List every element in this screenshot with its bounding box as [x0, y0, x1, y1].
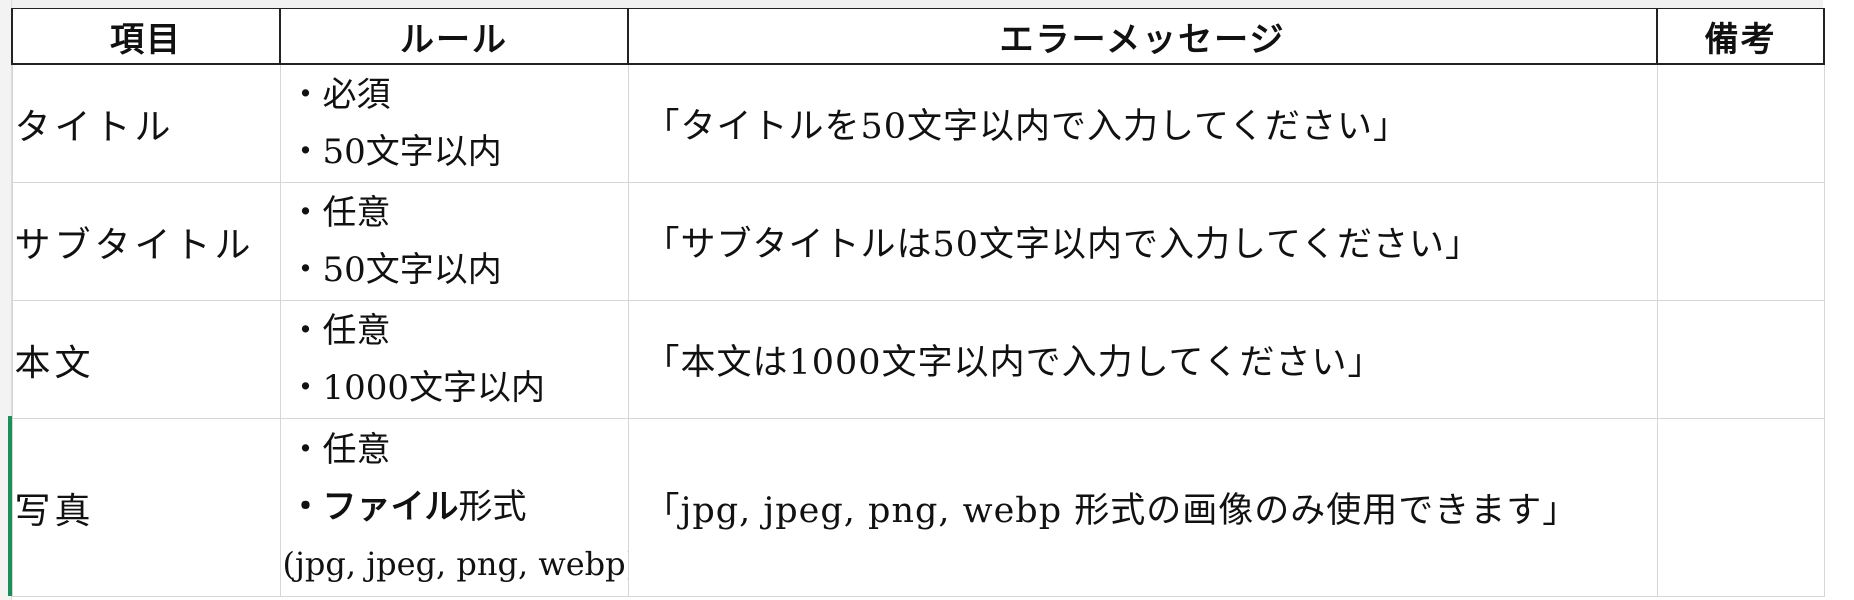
cell-error-message[interactable]: 「タイトルを50文字以内で入力してください」 [627, 63, 1658, 183]
rule-line: ・必須 [288, 74, 391, 115]
rule-file-types: (jpg, jpeg, png, webp) [282, 545, 628, 583]
rule-file-rest: 形式 [458, 487, 527, 527]
validation-rules-table: 項目 ルール エラーメッセージ 備考 タイトル ・必須 ・50文字以内 「タイト… [11, 8, 1825, 597]
cell-note[interactable] [1656, 63, 1825, 183]
rule-line: ・1000文字以内 [288, 367, 546, 408]
rule-line: ・任意 [288, 192, 391, 233]
cell-item[interactable]: タイトル [11, 63, 281, 183]
cell-item[interactable]: 本文 [11, 300, 281, 419]
rule-file-bold: ・ファイル [288, 487, 459, 527]
cell-note[interactable] [1656, 182, 1825, 301]
cell-rule[interactable]: ・任意 ・ファイル形式 (jpg, jpeg, png, webp) [279, 418, 629, 597]
cell-note[interactable] [1656, 300, 1825, 419]
rule-line-file-format: ・ファイル形式 [289, 479, 628, 536]
cell-item[interactable]: 写真 [11, 418, 281, 597]
rule-line: ・50文字以内 [288, 249, 502, 290]
cell-error-message[interactable]: 「サブタイトルは50文字以内で入力してください」 [627, 182, 1658, 301]
cell-item[interactable]: サブタイトル [11, 182, 281, 301]
sheet-margin [1823, 0, 1854, 600]
table-row: サブタイトル ・任意 ・50文字以内 「サブタイトルは50文字以内で入力してくだ… [11, 182, 1825, 301]
rule-line: ・任意 [288, 310, 391, 351]
header-cell-rule[interactable]: ルール [279, 8, 629, 65]
header-cell-note[interactable]: 備考 [1656, 8, 1825, 65]
table-row: 写真 ・任意 ・ファイル形式 (jpg, jpeg, png, webp) 「j… [11, 418, 1825, 597]
spreadsheet-sheet: 項目 ルール エラーメッセージ 備考 タイトル ・必須 ・50文字以内 「タイト… [0, 0, 1854, 600]
table-row: タイトル ・必須 ・50文字以内 「タイトルを50文字以内で入力してください」 [11, 63, 1825, 183]
header-cell-item[interactable]: 項目 [11, 8, 281, 65]
cell-note[interactable] [1656, 418, 1825, 597]
header-row: 項目 ルール エラーメッセージ 備考 [11, 8, 1825, 65]
cell-error-message[interactable]: 「本文は1000文字以内で入力してください」 [627, 300, 1658, 419]
cell-rule[interactable]: ・必須 ・50文字以内 [279, 63, 629, 183]
rule-line: ・任意 [288, 430, 391, 470]
table-row: 本文 ・任意 ・1000文字以内 「本文は1000文字以内で入力してください」 [11, 300, 1825, 419]
cell-error-message[interactable]: 「jpg, jpeg, png, webp 形式の画像のみ使用できます」 [627, 418, 1658, 597]
rule-line: ・50文字以内 [288, 131, 502, 172]
cell-rule[interactable]: ・任意 ・50文字以内 [279, 182, 629, 301]
header-cell-error-message[interactable]: エラーメッセージ [627, 8, 1658, 65]
cell-rule[interactable]: ・任意 ・1000文字以内 [279, 300, 629, 419]
